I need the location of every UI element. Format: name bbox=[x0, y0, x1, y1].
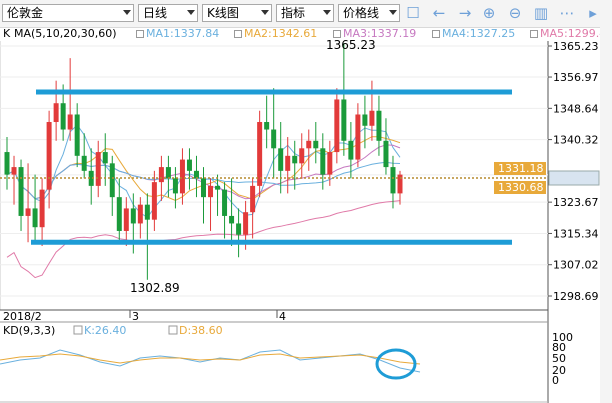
candle-body bbox=[116, 197, 122, 231]
candle-body bbox=[74, 114, 80, 156]
candle-body bbox=[250, 185, 256, 213]
candle-body bbox=[285, 155, 291, 171]
price-label: 1307.02 bbox=[553, 259, 599, 272]
kd-k-line bbox=[0, 349, 421, 373]
price-label: 1323.67 bbox=[553, 196, 599, 209]
candle-body bbox=[341, 99, 347, 141]
candle-body bbox=[383, 140, 389, 168]
price-tag-upper: 1331.18 bbox=[498, 162, 544, 175]
kd-d-line bbox=[0, 353, 421, 365]
trading-chart-app: 伦敦金 日线 K线图 指标 价格线 ☐ ← → ⊕ ⊖ ▥ ⋯ ▸ K MA(5… bbox=[0, 0, 612, 403]
candle-body bbox=[208, 185, 214, 198]
kd-d-label: D:38.60 bbox=[179, 324, 223, 337]
candle-body bbox=[11, 167, 17, 175]
date-label-start: 2018/2 bbox=[3, 310, 42, 323]
checkbox-icon[interactable] bbox=[168, 325, 178, 335]
candle-body bbox=[39, 189, 45, 228]
candle-body bbox=[334, 99, 340, 153]
candle-body bbox=[236, 223, 242, 235]
candle-body bbox=[193, 170, 199, 179]
candle-body bbox=[292, 155, 298, 164]
candle-body bbox=[172, 178, 178, 194]
checkbox-icon[interactable] bbox=[73, 325, 83, 335]
candle-body bbox=[390, 167, 396, 194]
candle-body bbox=[264, 122, 270, 130]
candle-body bbox=[32, 208, 38, 228]
kd-k-label: K:26.40 bbox=[84, 324, 126, 337]
candle-body bbox=[257, 122, 263, 186]
candle-body bbox=[201, 178, 206, 198]
price-label: 1340.32 bbox=[553, 134, 599, 147]
kd-params: KD(9,3,3) bbox=[3, 324, 55, 337]
candle-body bbox=[95, 152, 101, 186]
price-tag-lower: 1330.68 bbox=[498, 181, 544, 194]
chart-canvas[interactable]: 1365.231356.971348.641340.321330.931323.… bbox=[0, 0, 612, 403]
candle-body bbox=[102, 152, 108, 164]
price-label: 1356.97 bbox=[553, 71, 599, 84]
candle-body bbox=[81, 155, 87, 171]
candle-body bbox=[243, 212, 249, 235]
candle-body bbox=[278, 148, 284, 171]
date-label-march: 3 bbox=[132, 310, 139, 323]
candle-body bbox=[4, 152, 10, 175]
candle-body bbox=[355, 114, 361, 160]
price-label: 1348.64 bbox=[553, 102, 599, 115]
price-label: 1365.23 bbox=[553, 40, 599, 53]
candle-body bbox=[306, 140, 312, 149]
highlight-circle bbox=[375, 348, 417, 380]
candle-body bbox=[222, 189, 228, 216]
candle-body bbox=[362, 114, 368, 126]
candle-body bbox=[18, 167, 24, 216]
candle-body bbox=[320, 148, 326, 175]
candle-body bbox=[151, 182, 157, 220]
price-label: 1315.34 bbox=[553, 227, 599, 240]
candle-body bbox=[137, 204, 143, 224]
candle-body bbox=[130, 208, 136, 224]
candle-body bbox=[271, 129, 277, 149]
candle-body bbox=[186, 159, 192, 171]
candle-body bbox=[165, 167, 171, 179]
candle-body bbox=[25, 208, 31, 216]
candle-body bbox=[123, 208, 129, 231]
high-annotation: 1365.23 bbox=[326, 38, 376, 52]
candle-body bbox=[158, 167, 164, 183]
price-current-box bbox=[548, 170, 600, 186]
price-label: 1298.69 bbox=[553, 290, 599, 303]
date-label-april: 4 bbox=[279, 310, 286, 323]
candle-body bbox=[376, 110, 382, 141]
candle-body bbox=[348, 140, 354, 160]
low-annotation: 1302.89 bbox=[130, 281, 180, 295]
candle-body bbox=[313, 140, 319, 149]
candle-body bbox=[229, 215, 235, 224]
candle-body bbox=[369, 110, 375, 126]
candle-body bbox=[46, 122, 52, 190]
candle-body bbox=[144, 204, 150, 220]
candle-body bbox=[53, 103, 59, 123]
candle-body bbox=[60, 103, 66, 130]
candle-body bbox=[299, 148, 305, 164]
candle-body bbox=[67, 114, 73, 130]
candle-body bbox=[109, 163, 115, 198]
candle-body bbox=[327, 152, 333, 175]
candle-body bbox=[179, 159, 185, 194]
candle-body bbox=[215, 185, 221, 190]
right-gutter bbox=[600, 27, 612, 403]
kd-axis-0: 0 bbox=[552, 374, 559, 387]
